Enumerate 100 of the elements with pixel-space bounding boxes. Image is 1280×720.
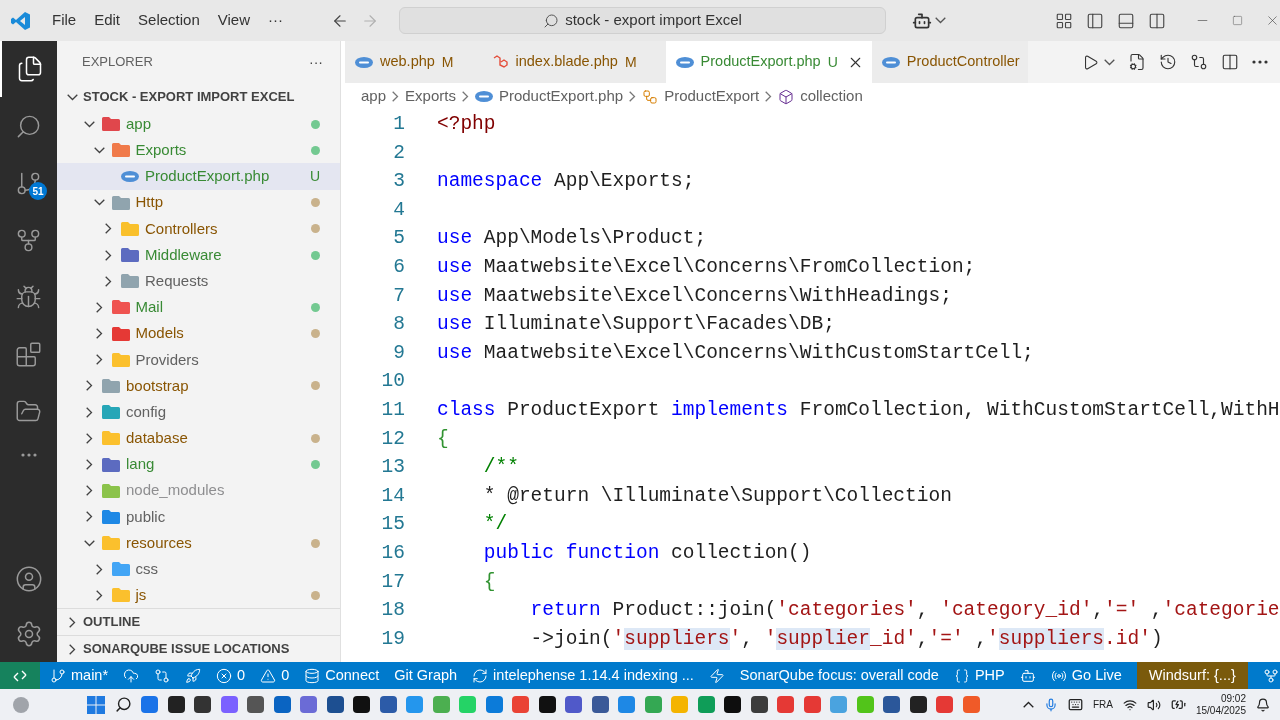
chevron-right-icon[interactable] [95, 328, 103, 340]
chevron-right-icon[interactable] [86, 406, 93, 418]
status-item[interactable]: SonarQube focus: overall code [739, 662, 939, 689]
chevron-down-icon[interactable] [1104, 58, 1115, 66]
panel-header[interactable]: OUTLINE [57, 608, 340, 635]
editor-tab[interactable]: ProductController [871, 41, 1028, 83]
breadcrumb[interactable]: app [361, 85, 387, 108]
start-icon[interactable] [87, 695, 105, 714]
tree-item[interactable]: Controllers [57, 215, 340, 242]
status-item[interactable]: Git Graph [394, 662, 458, 689]
battery-icon[interactable] [1170, 697, 1186, 712]
tree-item[interactable]: node_modules [57, 477, 340, 504]
tree-item[interactable]: Http [57, 189, 340, 216]
notifications-icon[interactable] [1256, 697, 1270, 712]
chevron-right-icon[interactable] [86, 485, 93, 497]
app-icon[interactable] [167, 696, 185, 713]
panel-toggle-icon[interactable] [1117, 11, 1135, 30]
editor-tab[interactable]: web.php M [345, 41, 483, 83]
chevron-down-icon[interactable] [93, 146, 105, 154]
chevron-right-icon[interactable] [105, 275, 112, 287]
app-icon[interactable] [909, 696, 927, 713]
tree-item[interactable]: js [57, 582, 340, 608]
tree-item[interactable]: Exports [57, 137, 340, 164]
status-item[interactable]: 0 [216, 662, 246, 689]
chevron-up-icon[interactable] [1022, 701, 1034, 708]
tree-item[interactable]: resources [57, 530, 340, 557]
chevron-right-icon[interactable] [86, 511, 93, 523]
tree-item[interactable]: database [57, 425, 340, 452]
compare-icon[interactable] [1190, 53, 1208, 71]
chevron-right-icon[interactable] [105, 223, 112, 235]
menu-item[interactable]: File [43, 9, 86, 32]
chevron-right-icon[interactable] [86, 432, 93, 444]
file-settings-icon[interactable] [1128, 53, 1146, 71]
tree-item[interactable]: Mail [57, 294, 340, 321]
app-icon[interactable] [326, 696, 344, 713]
account-icon[interactable] [14, 565, 43, 593]
editor-tab[interactable]: index.blade.php M [482, 41, 666, 83]
chevron-down-icon[interactable] [67, 93, 78, 101]
status-item[interactable]: Windsurf: {...} [1136, 662, 1248, 689]
tree-item[interactable]: css [57, 556, 340, 583]
layout-icon[interactable] [1055, 11, 1073, 30]
app-icon[interactable] [750, 696, 768, 713]
clock[interactable]: 09:02 15/04/2025 [1195, 692, 1246, 717]
status-item[interactable]: Connect [304, 662, 380, 689]
git-graph-icon[interactable] [15, 227, 42, 254]
menu-item[interactable]: ··· [259, 9, 292, 32]
breadcrumb[interactable]: ProductExport.php [498, 85, 624, 108]
app-icon[interactable] [194, 696, 211, 713]
split-editor-icon[interactable] [1221, 53, 1239, 71]
sidebar-toggle-icon[interactable] [1086, 11, 1104, 30]
chevron-right-icon[interactable] [95, 563, 103, 575]
chevron-down-icon[interactable] [84, 120, 95, 128]
tree-item[interactable]: public [57, 503, 340, 530]
keyboard-icon[interactable] [1067, 697, 1083, 712]
menu-item[interactable]: Selection [129, 9, 209, 32]
chevron-right-icon[interactable] [95, 354, 103, 366]
language-indicator[interactable]: FRA [1092, 697, 1113, 712]
extensions-icon[interactable] [15, 341, 42, 368]
more-icon[interactable] [1252, 60, 1268, 64]
breadcrumb[interactable]: collection [800, 85, 863, 108]
history-icon[interactable] [1159, 53, 1177, 71]
status-item[interactable]: intelephense 1.14.4 indexing ... [472, 662, 694, 689]
more-icon[interactable] [20, 453, 37, 457]
chevron-down-icon[interactable] [84, 539, 95, 547]
section-header[interactable]: STOCK - EXPORT IMPORT EXCEL [83, 87, 295, 107]
app-icon[interactable] [538, 696, 556, 713]
app-icon[interactable] [591, 696, 609, 713]
run-icon[interactable] [1082, 53, 1099, 71]
breadcrumb[interactable]: ProductExport [664, 85, 760, 108]
status-item[interactable]: 0 [260, 662, 290, 689]
chevron-right-icon[interactable] [105, 249, 112, 261]
volume-icon[interactable] [1146, 697, 1161, 712]
chevron-right-icon[interactable] [86, 459, 93, 471]
tree-item[interactable]: ProductExport.php U [57, 163, 340, 190]
run-debug-icon[interactable] [15, 284, 42, 311]
app-icon[interactable] [724, 696, 741, 713]
app-icon[interactable] [353, 696, 370, 713]
search-icon[interactable] [114, 696, 132, 713]
menu-item[interactable]: Edit [85, 9, 130, 32]
tree-item[interactable]: Providers [57, 346, 340, 373]
tree-item[interactable]: lang [57, 451, 340, 478]
tree-item[interactable]: Middleware [57, 241, 340, 269]
tree-item[interactable]: app [57, 111, 340, 138]
more-actions[interactable]: ··· [309, 51, 323, 73]
wifi-icon[interactable] [1122, 697, 1137, 712]
chevron-right-icon[interactable] [86, 380, 93, 392]
status-item[interactable]: main* [50, 662, 109, 689]
status-item[interactable]: Go Live [1050, 662, 1122, 689]
status-item[interactable]: PHP [953, 662, 1005, 689]
tree-item[interactable]: Models [57, 320, 340, 347]
tree-item[interactable]: Requests [57, 268, 340, 295]
secondary-sidebar-icon[interactable] [1148, 11, 1166, 30]
chevron-down-icon[interactable] [935, 17, 946, 24]
breadcrumb[interactable]: Exports [405, 85, 456, 108]
tree-item[interactable]: config [57, 399, 340, 426]
menu-item[interactable]: View [208, 9, 259, 32]
chevron-right-icon[interactable] [95, 301, 103, 313]
microphone-icon[interactable] [1043, 697, 1058, 712]
search-field[interactable]: stock - export import Excel [399, 7, 886, 34]
chevron-down-icon[interactable] [93, 199, 105, 207]
